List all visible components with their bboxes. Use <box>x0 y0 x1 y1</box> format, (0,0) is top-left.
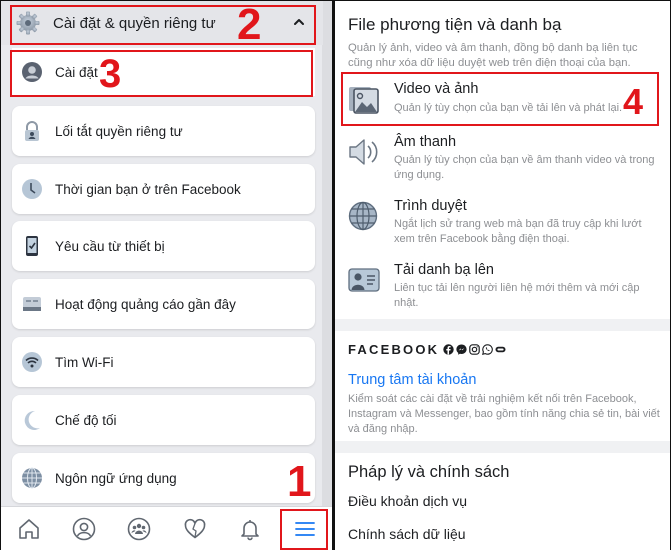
setting-item-label: Âm thanh <box>394 134 457 150</box>
tab-notifications[interactable] <box>222 507 277 550</box>
menu-item-label: Cài đặt <box>55 64 98 80</box>
tab-home[interactable] <box>1 507 56 550</box>
globe-icon <box>348 201 380 231</box>
menu-item-label: Tìm Wi-Fi <box>55 354 114 370</box>
lock-icon <box>21 120 43 142</box>
chevron-up-icon[interactable] <box>293 15 305 27</box>
annotation-number-4: 4 <box>623 81 644 122</box>
contact-card-icon <box>348 265 380 295</box>
menu-item-time-on-facebook[interactable]: Thời gian bạn ở trên Facebook <box>12 164 315 214</box>
menu-item-label: Chế độ tối <box>55 412 117 428</box>
bottom-tab-bar <box>1 506 332 550</box>
section-title: File phương tiện và danh bạ <box>348 15 562 34</box>
tab-groups[interactable] <box>112 507 167 550</box>
menu-item-label: Yêu cầu từ thiết bị <box>55 238 165 254</box>
tab-dating[interactable] <box>167 507 222 550</box>
setting-item-upload-contacts[interactable]: Tải danh bạ lên Liên tục tải lên người l… <box>335 257 670 313</box>
dating-heart-icon <box>184 518 205 539</box>
scrollbar[interactable] <box>322 1 332 507</box>
menu-item-settings[interactable]: Cài đặt <box>12 48 315 96</box>
instagram-icon <box>469 342 480 355</box>
menu-item-find-wifi[interactable]: Tìm Wi-Fi <box>12 337 315 387</box>
setting-item-browser[interactable]: Trình duyệt Ngắt lịch sử trang web mà bạ… <box>335 193 670 255</box>
speaker-icon <box>348 137 380 167</box>
tab-profile[interactable] <box>56 507 111 550</box>
moon-icon <box>21 409 43 431</box>
legal-section-title: Pháp lý và chính sách <box>348 463 510 481</box>
oculus-icon <box>495 342 506 353</box>
settings-privacy-header[interactable]: Cài đặt & quyền riêng tư <box>1 1 323 45</box>
menu-item-label: Thời gian bạn ở trên Facebook <box>55 181 241 197</box>
user-circle-icon <box>21 61 43 83</box>
clock-icon <box>21 178 43 200</box>
menu-icon <box>295 521 316 536</box>
setting-item-label: Video và ảnh <box>394 81 479 97</box>
whatsapp-icon <box>482 342 493 355</box>
photo-video-icon <box>348 85 380 115</box>
facebook-wordmark: FACEBOOK <box>348 342 440 357</box>
data-policy-link[interactable]: Chính sách dữ liệu <box>348 526 466 542</box>
gear-icon <box>15 10 41 36</box>
annotation-number-2: 2 <box>237 0 262 49</box>
facebook-app-icons <box>443 342 506 355</box>
menu-item-privacy-shortcuts[interactable]: Lối tắt quyền riêng tư <box>12 106 315 156</box>
menu-item-label: Hoạt động quảng cáo gần đây <box>55 296 236 312</box>
groups-icon <box>128 517 151 540</box>
setting-item-video-photos[interactable]: Video và ảnh Quản lý tùy chọn của bạn về… <box>335 73 670 127</box>
annotation-number-1: 1 <box>287 457 312 506</box>
section-separator <box>335 441 670 453</box>
settings-panel: File phương tiện và danh bạ Quản lý ảnh,… <box>335 0 671 550</box>
accounts-center-description: Kiểm soát các cài đặt về trải nghiệm kết… <box>348 393 660 435</box>
ad-activity-icon <box>21 293 43 315</box>
menu-item-label: Lối tắt quyền riêng tư <box>55 123 183 139</box>
messenger-icon <box>456 342 467 355</box>
profile-icon <box>72 517 96 540</box>
menu-item-device-requests[interactable]: Yêu cầu từ thiết bị <box>12 221 315 271</box>
terms-of-service-link[interactable]: Điều khoản dịch vụ <box>348 493 467 509</box>
setting-item-description: Quản lý tùy chọn của bạn về tải lên và p… <box>394 102 623 114</box>
accounts-center-link[interactable]: Trung tâm tài khoản <box>348 372 476 388</box>
device-icon <box>21 235 43 257</box>
section-title: Cài đặt & quyền riêng tư <box>53 14 216 32</box>
home-icon <box>18 518 39 539</box>
section-subtitle: Quản lý ảnh, video và âm thanh, đồng bộ … <box>348 42 638 69</box>
annotation-number-3: 3 <box>99 52 122 96</box>
globe-icon <box>21 467 43 489</box>
setting-item-description: Liên tục tải lên người liên hệ mới thêm … <box>394 282 640 309</box>
setting-item-label: Tải danh bạ lên <box>394 262 494 278</box>
facebook-menu-panel: Cài đặt & quyền riêng tư Cài đặt Lối tắt… <box>0 0 332 550</box>
menu-item-dark-mode[interactable]: Chế độ tối <box>12 395 315 445</box>
setting-item-label: Trình duyệt <box>394 198 467 214</box>
menu-item-app-language[interactable]: Ngôn ngữ ứng dụng <box>12 453 315 503</box>
facebook-icon <box>443 342 454 355</box>
menu-item-label: Ngôn ngữ ứng dụng <box>55 470 177 486</box>
setting-item-description: Ngắt lịch sử trang web mà bạn đã truy cậ… <box>394 218 642 245</box>
setting-item-sound[interactable]: Âm thanh Quản lý tùy chọn của bạn về âm … <box>335 129 670 191</box>
wifi-icon <box>21 351 43 373</box>
section-separator <box>335 319 670 331</box>
menu-item-recent-ad-activity[interactable]: Hoạt động quảng cáo gần đây <box>12 279 315 329</box>
bell-icon <box>241 519 259 540</box>
tab-menu[interactable] <box>278 507 332 550</box>
setting-item-description: Quản lý tùy chọn của bạn về âm thanh vid… <box>394 154 655 181</box>
